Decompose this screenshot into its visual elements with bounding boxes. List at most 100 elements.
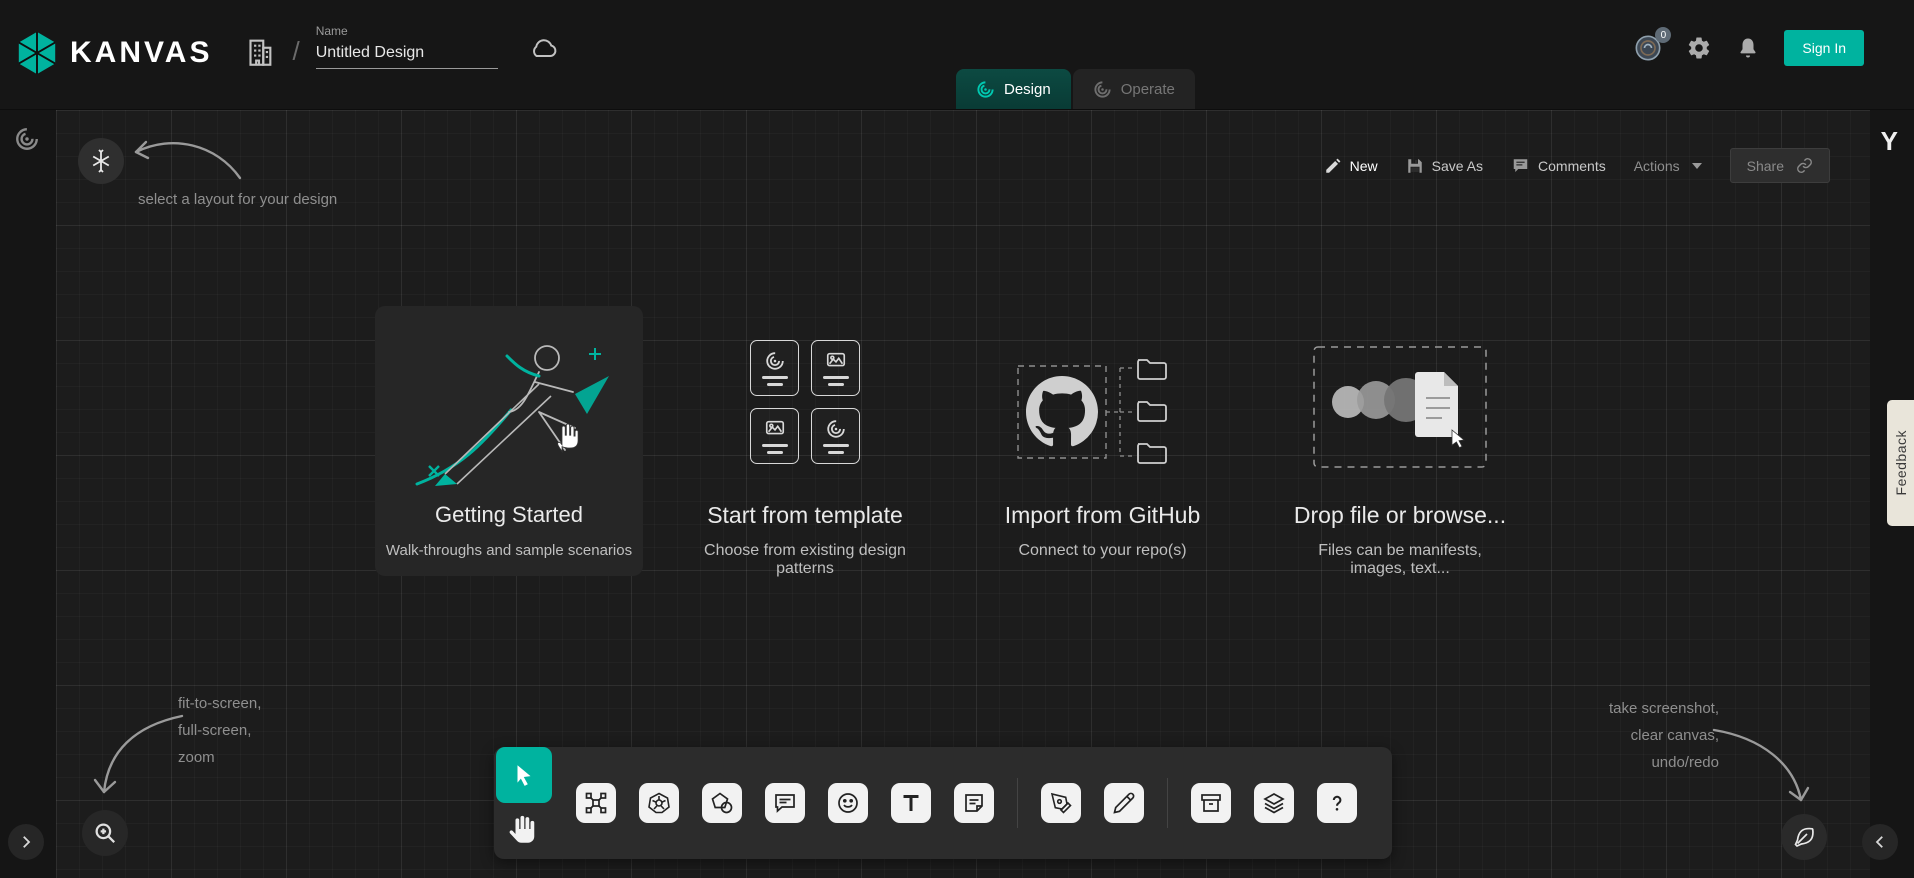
import-from-github-card[interactable]: Import from GitHub Connect to your repo(… xyxy=(980,348,1225,560)
template-thumbnails xyxy=(750,340,860,464)
pencil-tool-button[interactable] xyxy=(1104,783,1144,823)
feedback-tab[interactable]: Feedback xyxy=(1887,400,1914,526)
new-button[interactable]: New xyxy=(1324,157,1378,175)
card-subtitle: Walk-throughs and sample scenarios xyxy=(386,542,632,559)
text-tool-button[interactable] xyxy=(891,783,931,823)
layout-hint-text: select a layout for your design xyxy=(138,186,337,213)
quill-pen-button[interactable] xyxy=(1781,814,1827,860)
cloud-sync-icon[interactable] xyxy=(528,36,560,60)
operate-gear-icon xyxy=(1093,80,1112,99)
link-icon xyxy=(1796,157,1813,174)
template-thumb-image-icon xyxy=(750,408,799,464)
select-arrow-tool[interactable] xyxy=(496,747,552,803)
share-label: Share xyxy=(1747,158,1784,174)
design-name-label: Name xyxy=(316,24,498,38)
y-partner-logo[interactable]: Y xyxy=(1881,126,1898,157)
bottom-left-hint-arrow xyxy=(92,708,186,802)
template-thumb-image-icon xyxy=(811,340,860,396)
bottom-right-hints: take screenshot, clear canvas, undo/redo xyxy=(1609,695,1719,776)
pen-icon xyxy=(1049,791,1073,815)
kanvas-app: { "colors": { "accent": "#00B39F", "acce… xyxy=(0,0,1914,878)
drawer-tool-button[interactable] xyxy=(1191,783,1231,823)
tab-design[interactable]: Design xyxy=(956,69,1071,109)
quill-pen-icon xyxy=(1792,825,1816,849)
tab-design-label: Design xyxy=(1004,81,1051,98)
cursor-arrow-icon xyxy=(511,762,537,788)
dock-divider xyxy=(1017,778,1018,828)
pan-hand-tool[interactable] xyxy=(508,813,538,845)
design-canvas[interactable]: select a layout for your design New Save… xyxy=(0,110,1914,878)
kubernetes-icon xyxy=(647,791,671,815)
hint-fit-to-screen: fit-to-screen, xyxy=(178,690,261,717)
flowchart-tool-button[interactable] xyxy=(576,783,616,823)
actions-label: Actions xyxy=(1634,158,1680,174)
save-icon xyxy=(1406,157,1424,175)
text-icon xyxy=(899,791,923,815)
breadcrumb-separator: / xyxy=(292,36,299,67)
save-as-label: Save As xyxy=(1432,158,1483,174)
kubernetes-tool-button[interactable] xyxy=(639,783,679,823)
hint-undo-redo: undo/redo xyxy=(1609,749,1719,776)
magnifier-icon xyxy=(92,820,118,846)
note-icon xyxy=(962,791,986,815)
card-subtitle: Files can be manifests, images, text... xyxy=(1290,542,1510,578)
shapes-tool-button[interactable] xyxy=(702,783,742,823)
gear-icon[interactable] xyxy=(1686,35,1712,61)
expand-left-panel-button[interactable] xyxy=(8,824,44,860)
snowflake-icon xyxy=(89,149,113,173)
kanvas-logo[interactable]: KANVAS xyxy=(14,30,212,76)
layers-tool-button[interactable] xyxy=(1254,783,1294,823)
tool-dock xyxy=(494,747,1392,859)
brand-name: KANVAS xyxy=(70,36,212,70)
hand-icon xyxy=(508,813,538,845)
zoom-search-button[interactable] xyxy=(82,810,128,856)
comment-tool-button[interactable] xyxy=(765,783,805,823)
pen-tool-button[interactable] xyxy=(1041,783,1081,823)
meshery-spiral-icon xyxy=(976,80,995,99)
drop-file-card[interactable]: Drop file or browse... Files can be mani… xyxy=(1290,346,1510,578)
bottom-right-hint-arrow xyxy=(1708,722,1810,810)
chevron-left-icon xyxy=(1871,833,1889,851)
share-button[interactable]: Share xyxy=(1730,148,1830,183)
pencil-icon xyxy=(1112,791,1136,815)
design-name-input[interactable] xyxy=(316,42,498,69)
drop-file-graphic xyxy=(1290,346,1510,468)
tab-operate[interactable]: Operate xyxy=(1073,69,1195,109)
card-title: Import from GitHub xyxy=(1005,502,1201,529)
hint-zoom: zoom xyxy=(178,744,261,771)
flowchart-icon xyxy=(584,791,608,815)
save-as-button[interactable]: Save As xyxy=(1406,157,1483,175)
drawer-icon xyxy=(1199,791,1223,815)
layers-icon xyxy=(1262,791,1286,815)
pointer-tool-group xyxy=(494,747,572,859)
comments-label: Comments xyxy=(1538,158,1606,174)
organization-icon[interactable] xyxy=(242,34,276,70)
collapse-right-panel-button[interactable] xyxy=(1862,824,1898,860)
help-tool-button[interactable] xyxy=(1317,783,1357,823)
shapes-icon xyxy=(710,791,734,815)
actions-dropdown[interactable]: Actions xyxy=(1634,158,1702,174)
github-import-graphic xyxy=(980,348,1225,476)
note-tool-button[interactable] xyxy=(954,783,994,823)
coin-credits-icon[interactable]: 0 xyxy=(1634,34,1662,62)
layout-hint-arrow xyxy=(128,132,246,184)
comments-button[interactable]: Comments xyxy=(1511,157,1606,175)
sticker-tool-button[interactable] xyxy=(828,783,868,823)
meshery-spiral-icon[interactable] xyxy=(14,126,40,152)
app-header: KANVAS / Name xyxy=(0,0,1914,110)
getting-started-card[interactable]: Getting Started Walk-throughs and sample… xyxy=(375,306,643,576)
mode-tabs: Design Operate xyxy=(956,69,1195,109)
credits-count-badge: 0 xyxy=(1655,27,1671,43)
start-from-template-card[interactable]: Start from template Choose from existing… xyxy=(700,340,910,578)
chevron-right-icon xyxy=(17,833,35,851)
hint-full-screen: full-screen, xyxy=(178,717,261,744)
template-thumb-meshery-icon xyxy=(750,340,799,396)
pencil-icon xyxy=(1324,157,1342,175)
card-title: Getting Started xyxy=(435,502,583,528)
card-subtitle: Connect to your repo(s) xyxy=(1018,542,1186,560)
card-title: Drop file or browse... xyxy=(1294,502,1506,529)
snowflake-layout-button[interactable] xyxy=(78,138,124,184)
bell-icon[interactable] xyxy=(1736,35,1760,61)
sign-in-button[interactable]: Sign In xyxy=(1784,30,1864,66)
cursor-pointer-hand xyxy=(552,420,582,454)
